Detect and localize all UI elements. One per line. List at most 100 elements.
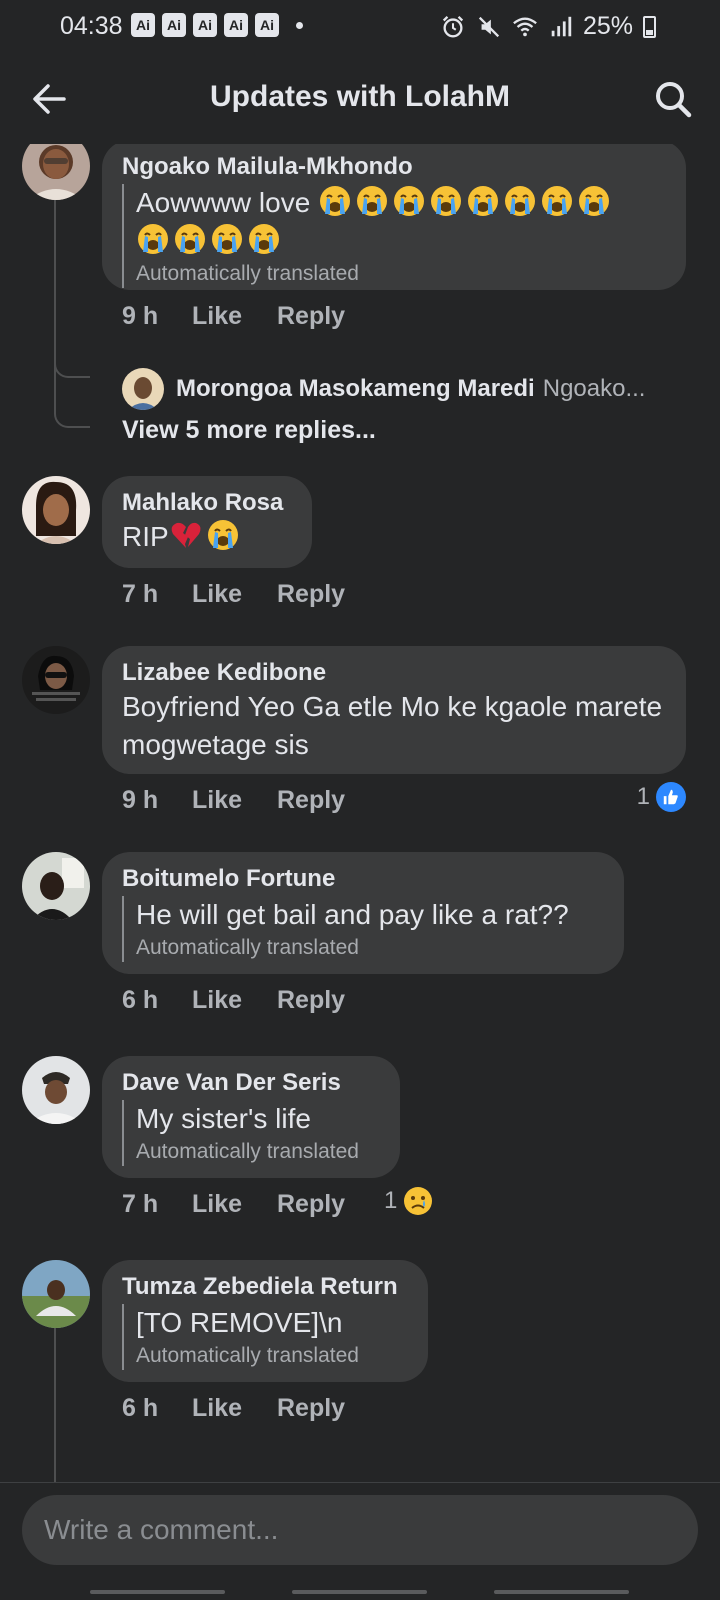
- signal-icon: [551, 16, 572, 36]
- comment-text-line: RIP: [122, 518, 292, 556]
- crying-emoji-icon: [466, 184, 500, 218]
- comment-time: 6 h: [122, 1394, 159, 1422]
- avatar[interactable]: [22, 476, 90, 544]
- comment-bubble[interactable]: Lizabee Kedibone Boyfriend Yeo Ga etle M…: [102, 646, 686, 774]
- commenter-name[interactable]: Dave Van Der Seris: [122, 1068, 380, 1098]
- sad-reaction-icon: [404, 1187, 433, 1215]
- status-icons: 25%: [439, 12, 656, 41]
- top-app-bar: Updates with LolahM: [0, 52, 720, 144]
- auto-translated-label: Automatically translated: [136, 936, 359, 959]
- reply-button[interactable]: Reply: [277, 1394, 345, 1423]
- crying-emoji-icon: [210, 222, 244, 256]
- comment-text: [TO REMOVE]\n: [136, 1307, 343, 1338]
- comment-actions: 6 h Like Reply: [122, 1394, 345, 1423]
- nav-back-button[interactable]: [494, 1590, 629, 1594]
- crying-emoji-icon: [173, 222, 207, 256]
- reaction-summary[interactable]: 1: [637, 782, 686, 812]
- reply-preview-text: Ngoako...: [542, 375, 646, 402]
- comment-actions: 9 h Like Reply: [122, 302, 345, 331]
- reply-author-name[interactable]: Morongoa Masokameng Maredi: [176, 375, 535, 403]
- crying-emoji-icon: [429, 184, 463, 218]
- comment-bubble[interactable]: Mahlako Rosa RIP: [102, 476, 312, 568]
- comment-text: RIP: [122, 521, 169, 552]
- ai-notification-icon: Ai: [255, 13, 279, 37]
- comment-text: Aowwww love: [136, 187, 311, 218]
- reaction-count: 1: [384, 1187, 398, 1214]
- comment-time: 7 h: [122, 1190, 159, 1218]
- translated-block: My sister's life Automatically translate…: [122, 1100, 380, 1166]
- avatar[interactable]: [22, 1056, 90, 1124]
- status-time: 04:38: [60, 12, 123, 40]
- crying-emoji-icon: [392, 184, 426, 218]
- page-title: Updates with LolahM: [210, 80, 510, 113]
- crying-emoji-icon: [503, 184, 537, 218]
- status-bar: 04:38 Ai Ai Ai Ai Ai 25%: [0, 0, 720, 52]
- comment-composer: [0, 1482, 720, 1600]
- comment-time: 9 h: [122, 786, 159, 814]
- view-more-replies-link[interactable]: View 5 more replies...: [122, 416, 376, 445]
- crying-emoji-icon: [136, 222, 170, 256]
- like-button[interactable]: Like: [192, 986, 277, 1015]
- like-button[interactable]: Like: [192, 786, 277, 815]
- notification-badges: Ai Ai Ai Ai Ai: [131, 13, 279, 37]
- comment-actions: 6 h Like Reply: [122, 986, 345, 1015]
- avatar[interactable]: [22, 646, 90, 714]
- crying-emoji-icon: [206, 518, 240, 552]
- comment-bubble[interactable]: Tumza Zebediela Return [TO REMOVE]\n Aut…: [102, 1260, 428, 1382]
- reply-button[interactable]: Reply: [277, 986, 345, 1015]
- avatar[interactable]: [22, 144, 90, 200]
- like-button[interactable]: Like: [192, 302, 277, 331]
- ai-notification-icon: Ai: [224, 13, 248, 37]
- comment-text: My sister's life: [136, 1103, 311, 1134]
- ai-notification-icon: Ai: [131, 13, 155, 37]
- thread-connector: [54, 334, 90, 378]
- crying-emoji-icon: [355, 184, 389, 218]
- avatar[interactable]: [22, 1260, 90, 1328]
- reply-button[interactable]: Reply: [277, 302, 345, 331]
- crying-emoji-icon: [577, 184, 611, 218]
- comment-bubble[interactable]: Boitumelo Fortune He will get bail and p…: [102, 852, 624, 974]
- commenter-name[interactable]: Mahlako Rosa: [122, 488, 292, 518]
- avatar[interactable]: [122, 368, 164, 410]
- comment-emoji-line: [136, 222, 666, 260]
- ai-notification-icon: Ai: [162, 13, 186, 37]
- broken-heart-icon: [169, 518, 203, 552]
- system-nav-bar: [0, 1588, 720, 1600]
- comment-actions: 7 h Like Reply: [122, 1190, 345, 1219]
- like-button[interactable]: Like: [192, 580, 277, 609]
- comment-bubble[interactable]: Ngoako Mailula-Mkhondo Aowwww love Autom…: [102, 144, 686, 290]
- reaction-count: 1: [636, 783, 650, 810]
- commenter-name[interactable]: Tumza Zebediela Return: [122, 1272, 408, 1302]
- reaction-summary[interactable]: 1: [384, 1186, 433, 1216]
- crying-emoji-icon: [318, 184, 352, 218]
- battery-icon: [643, 15, 656, 38]
- like-button[interactable]: Like: [192, 1394, 277, 1423]
- crying-emoji-icon: [247, 222, 281, 256]
- mute-icon: [478, 16, 500, 37]
- avatar[interactable]: [22, 852, 90, 920]
- commenter-name[interactable]: Lizabee Kedibone: [122, 658, 666, 688]
- reply-preview[interactable]: Morongoa Masokameng Maredi Ngoako...: [122, 368, 645, 410]
- reply-button[interactable]: Reply: [277, 580, 345, 609]
- auto-translated-label: Automatically translated: [136, 262, 359, 285]
- battery-percent: 25%: [582, 12, 633, 40]
- auto-translated-label: Automatically translated: [136, 1140, 359, 1163]
- reply-button[interactable]: Reply: [277, 786, 345, 815]
- comment-actions: 7 h Like Reply: [122, 580, 345, 609]
- ai-notification-icon: Ai: [193, 13, 217, 37]
- wifi-icon: [513, 16, 537, 36]
- comment-input[interactable]: [22, 1495, 698, 1565]
- commenter-name[interactable]: Boitumelo Fortune: [122, 864, 604, 894]
- nav-home-button[interactable]: [292, 1590, 427, 1594]
- comment-time: 7 h: [122, 580, 159, 608]
- comment-text: Boyfriend Yeo Ga etle Mo ke kgaole maret…: [122, 691, 663, 760]
- reply-button[interactable]: Reply: [277, 1190, 345, 1219]
- thumbs-up-icon: [656, 782, 686, 812]
- comment-bubble[interactable]: Dave Van Der Seris My sister's life Auto…: [102, 1056, 400, 1178]
- search-icon[interactable]: [652, 78, 694, 120]
- thread-connector: [54, 378, 90, 428]
- commenter-name[interactable]: Ngoako Mailula-Mkhondo: [122, 152, 666, 182]
- like-button[interactable]: Like: [192, 1190, 277, 1219]
- comments-list[interactable]: Ngoako Mailula-Mkhondo Aowwww love Autom…: [0, 144, 720, 1482]
- nav-recents-button[interactable]: [90, 1590, 225, 1594]
